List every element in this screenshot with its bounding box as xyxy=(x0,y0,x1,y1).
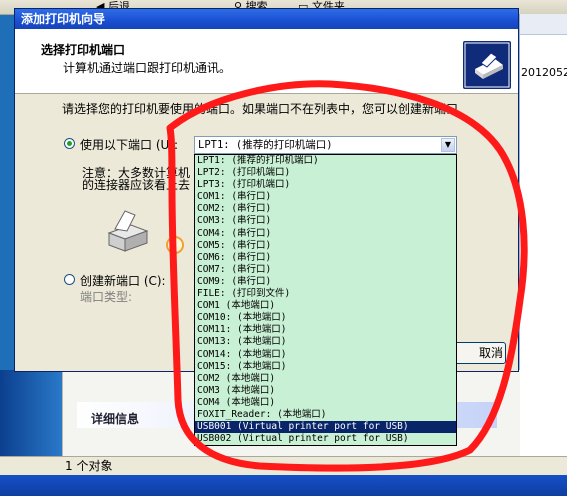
port-option[interactable]: COM15: (本地端口) xyxy=(195,361,456,373)
port-option[interactable]: COM14: (本地端口) xyxy=(195,349,456,361)
use-port-radio[interactable] xyxy=(64,138,75,149)
port-option[interactable]: COM9: (串行口) xyxy=(195,276,456,288)
header-subtitle: 计算机通过端口跟打印机通讯。 xyxy=(63,61,232,75)
port-option[interactable]: COM4 (本地端口) xyxy=(195,397,456,409)
port-type-label: 端口类型: xyxy=(80,290,133,304)
port-option[interactable]: USB001 (Virtual printer port for USB) xyxy=(195,421,456,434)
status-bar: 1 个对象 xyxy=(62,456,567,475)
port-option[interactable]: LPT1: (推荐的打印机端口) xyxy=(195,155,456,167)
explorer-file-pane: 20120525 xyxy=(519,14,567,464)
create-port-label[interactable]: 创建新端口 (C): xyxy=(80,272,166,289)
status-text: 1 个对象 xyxy=(65,459,113,473)
port-option[interactable]: LPT2: (打印机端口) xyxy=(195,167,456,179)
port-option[interactable]: COM3: (串行口) xyxy=(195,215,456,227)
port-option[interactable]: COM11: (本地端口) xyxy=(195,324,456,336)
use-port-label[interactable]: 使用以下端口 (U): xyxy=(80,136,178,153)
address-bar[interactable] xyxy=(520,14,567,35)
port-option[interactable]: LPT3: (打印机端口) xyxy=(195,179,456,191)
port-option[interactable]: COM5: (串行口) xyxy=(195,240,456,252)
details-title: 详细信息 xyxy=(91,412,140,426)
port-option[interactable]: COM6: (串行口) xyxy=(195,252,456,264)
create-port-radio[interactable] xyxy=(64,274,75,285)
port-option[interactable]: COM1 (本地端口) xyxy=(195,300,456,312)
header-title: 选择打印机端口 xyxy=(41,43,126,57)
statusbar-left xyxy=(0,456,62,475)
printer-icon xyxy=(463,41,511,89)
port-option[interactable]: COM3 (本地端口) xyxy=(195,385,456,397)
port-option[interactable]: COM10: (本地端口) xyxy=(195,312,456,324)
port-option[interactable]: FILE: (打印到文件) xyxy=(195,288,456,300)
port-dropdown-list[interactable]: LPT1: (推荐的打印机端口) LPT2: (打印机端口) LPT3: (打印机端… xyxy=(194,154,457,446)
port-option[interactable]: COM7: (串行口) xyxy=(195,264,456,276)
port-option[interactable]: COM4: (串行口) xyxy=(195,228,456,240)
port-option[interactable]: FOXIT_Reader: (本地端口) xyxy=(195,409,456,421)
wizard-title-bar[interactable]: 添加打印机向导 xyxy=(15,9,518,29)
port-prompt: 请选择您的打印机要使用的端口。如果端口不在列表中，您可以创建新端口 xyxy=(62,102,459,116)
port-option[interactable]: COM1: (串行口) xyxy=(195,191,456,203)
file-date: 20120525 xyxy=(521,66,567,79)
port-option[interactable]: USB002 (Virtual printer port for USB) xyxy=(195,433,456,445)
taskbar xyxy=(0,475,567,496)
port-option[interactable]: COM13: (本地端口) xyxy=(195,336,456,348)
port-select-value: LPT1: (推荐的打印机端口) xyxy=(198,139,333,151)
port-option[interactable]: COM2: (串行口) xyxy=(195,203,456,215)
dropdown-arrow-icon[interactable]: ▼ xyxy=(441,138,455,152)
note-line-2: 的连接器应该看上去 xyxy=(82,178,191,192)
port-select[interactable]: LPT1: (推荐的打印机端口) ▼ xyxy=(194,136,457,154)
port-option[interactable]: COM2 (本地端口) xyxy=(195,373,456,385)
wizard-header: 选择打印机端口 计算机通过端口跟打印机通讯。 xyxy=(15,29,518,94)
desktop-background xyxy=(0,370,62,466)
printer-illustration xyxy=(105,205,185,265)
